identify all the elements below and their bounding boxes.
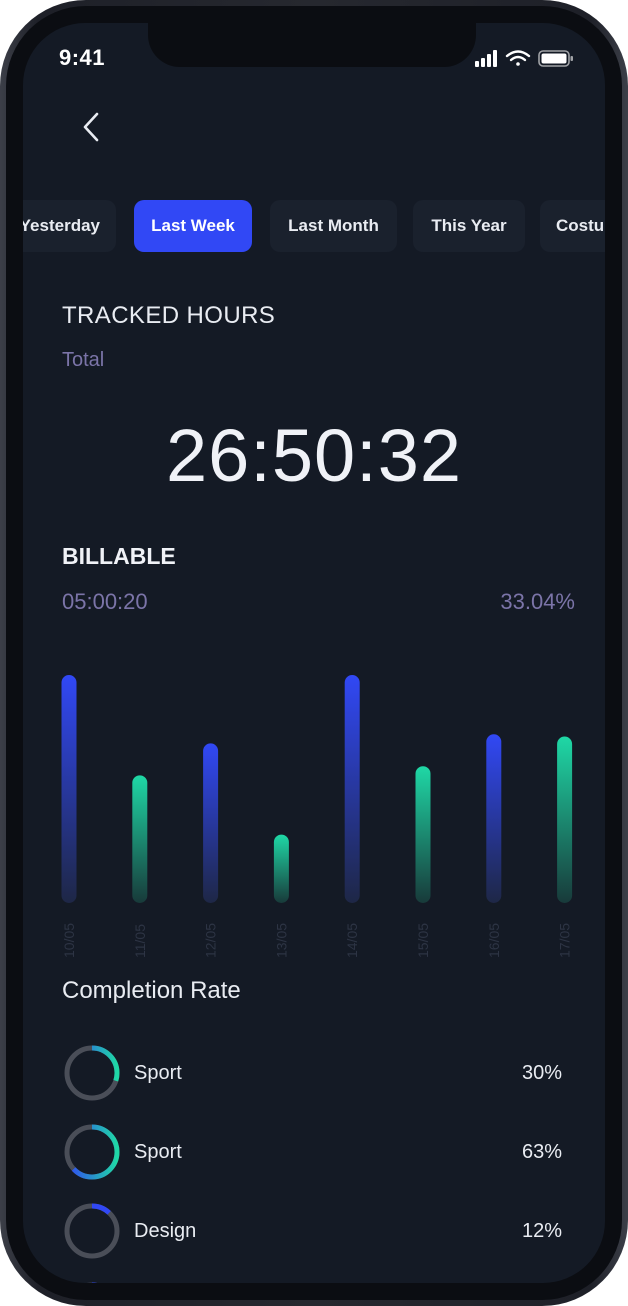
completion-item-percent: 63% [521,1141,562,1163]
completion-item[interactable]: Sport 63% [62,1122,562,1184]
tab-label: Last Week [151,216,235,235]
bar-11-05 [132,775,148,903]
completion-rate-title: Completion Rate [62,977,241,1004]
ring-track [64,1203,120,1259]
status-icons [475,48,575,68]
x-tick-label: 11/05 [132,924,148,958]
tab-label: This Year [431,216,507,235]
progress-ring [64,1045,120,1101]
signal-icon [475,50,497,67]
period-tabs: Yesterday Last Week Last Month This Year… [23,200,605,252]
billable-bar-chart: 10/05 11/05 12/05 13/05 14/05 15/05 16/05 17/05 [61,675,573,958]
x-tick-label: 12/05 [203,923,219,958]
progress-ring [86,1282,98,1283]
total-label: Total [62,349,105,371]
progress-ring [64,1203,120,1259]
bar-14-05 [344,675,360,903]
completion-item-name: Design [134,1220,197,1242]
billable-title: BILLABLE [62,543,176,569]
completion-item-percent: 12% [521,1220,562,1242]
tracked-hours-title: TRACKED HOURS [62,302,276,329]
total-time: 26:50:32 [165,414,463,497]
completion-item-partial[interactable] [62,1280,562,1283]
tab-costum[interactable]: Costum [540,200,605,252]
bar-10-05 [61,675,77,903]
x-tick-label: 13/05 [273,923,289,958]
bar-16-05 [486,734,502,903]
tab-last-month[interactable]: Last Month [270,200,397,252]
app-screen: 9:41 Yesterday Last Week Last Month This… [23,23,605,1283]
chevron-left-icon [83,112,99,142]
completion-item-name: Sport [134,1062,182,1084]
completion-item-name: Sport [134,1141,182,1163]
phone-frame: 9:41 Yesterday Last Week Last Month This… [0,0,628,1306]
tab-last-week[interactable]: Last Week [134,200,252,252]
bar-13-05 [273,834,289,903]
tab-label: Last Month [288,216,379,235]
x-tick-label: 15/05 [415,923,431,958]
x-tick-label: 14/05 [344,923,360,958]
x-tick-label: 16/05 [486,923,502,958]
x-tick-label: 17/05 [557,923,573,958]
bar-12-05 [203,743,219,903]
tab-yesterday[interactable]: Yesterday [23,200,116,252]
tab-label: Yesterday [23,216,100,235]
billable-time: 05:00:20 [62,589,148,614]
x-tick-label: 10/05 [61,923,77,958]
bar-17-05 [557,736,573,903]
billable-percent: 33.04% [500,589,575,614]
notch [148,23,476,67]
back-button[interactable] [73,105,109,149]
status-time: 9:41 [59,45,106,70]
progress-ring [64,1124,120,1180]
completion-item[interactable]: Sport 30% [62,1043,562,1105]
tab-label: Costum [556,216,605,235]
completion-item-percent: 30% [521,1062,562,1084]
wifi-icon [505,50,531,66]
bar-15-05 [415,766,431,903]
completion-item[interactable]: Design 12% [62,1201,562,1263]
battery-icon [538,50,573,67]
tab-this-year[interactable]: This Year [413,200,525,252]
